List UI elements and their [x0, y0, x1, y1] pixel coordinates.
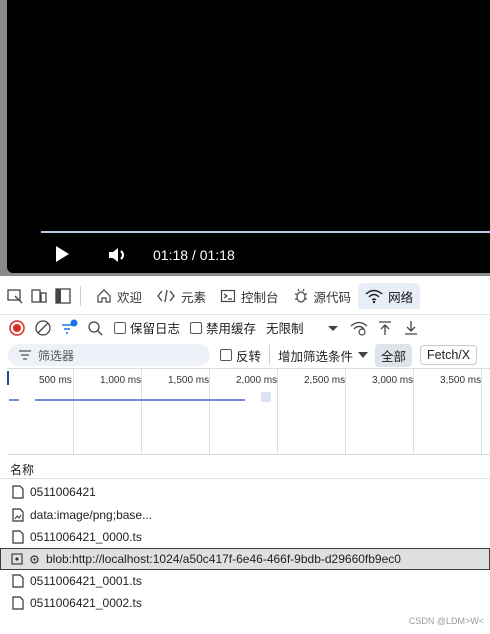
- request-row[interactable]: 0511006421_0002.ts: [0, 592, 490, 614]
- tab-network[interactable]: 网络: [358, 283, 421, 309]
- network-toolbar: 保留日志 禁用缓存 无限制: [0, 314, 490, 340]
- document-icon: [12, 530, 24, 544]
- dropdown-arrow-icon[interactable]: [324, 319, 342, 337]
- tab-elements[interactable]: 元素: [149, 283, 213, 309]
- volume-icon[interactable]: [107, 246, 129, 264]
- device-toggle-icon[interactable]: [30, 287, 48, 305]
- search-icon[interactable]: [86, 319, 104, 337]
- request-bar: [261, 392, 271, 402]
- request-name: blob:http://localhost:1024/a50c417f-6e46…: [46, 552, 401, 566]
- console-icon: [220, 289, 236, 303]
- request-bar: [9, 399, 19, 401]
- filter-bar: 筛选器 反转 增加筛选条件 全部 Fetch/X: [0, 342, 490, 368]
- grid-line: [141, 369, 142, 455]
- play-icon[interactable]: [56, 246, 69, 262]
- seek-bar[interactable]: [41, 231, 490, 233]
- watermark: CSDN @LDM>W<: [408, 616, 484, 626]
- request-row[interactable]: 0511006421_0001.ts: [0, 570, 490, 592]
- filter-icon: [19, 350, 31, 360]
- clear-icon[interactable]: [34, 319, 52, 337]
- request-name: 0511006421_0000.ts: [30, 530, 142, 544]
- media-icon: [11, 553, 23, 565]
- divider: [269, 345, 271, 365]
- overview-handle[interactable]: [7, 371, 9, 385]
- request-row-selected[interactable]: blob:http://localhost:1024/a50c417f-6e46…: [0, 548, 490, 570]
- preserve-log-checkbox[interactable]: [114, 321, 126, 334]
- home-icon: [97, 289, 111, 303]
- divider: [80, 286, 81, 306]
- image-file-icon: [12, 508, 24, 522]
- request-row[interactable]: 0511006421: [0, 481, 490, 503]
- grid-line: [209, 369, 210, 455]
- request-name: 0511006421_0002.ts: [30, 596, 142, 610]
- code-icon: [157, 289, 175, 303]
- invert-label: 反转: [236, 349, 262, 364]
- request-name: 0511006421: [30, 485, 96, 499]
- tab-elements-label: 元素: [181, 290, 207, 305]
- grid-line: [481, 369, 482, 455]
- request-name: 0511006421_0001.ts: [30, 574, 142, 588]
- request-row[interactable]: data:image/png;base...: [0, 504, 490, 526]
- filter-placeholder: 筛选器: [38, 348, 75, 363]
- grid-line: [277, 369, 278, 455]
- filter-fetch-button[interactable]: Fetch/X: [420, 345, 478, 365]
- more-filters-dropdown[interactable]: 增加筛选条件: [278, 346, 353, 365]
- tick-label: 1,000 ms: [100, 375, 142, 386]
- filter-input[interactable]: 筛选器: [8, 344, 210, 366]
- tick-label: 3,500 ms: [440, 375, 482, 386]
- network-conditions-icon[interactable]: [350, 319, 368, 337]
- chevron-down-icon: [358, 352, 369, 358]
- request-name: data:image/png;base...: [30, 508, 153, 522]
- tab-sources[interactable]: 源代码: [286, 283, 359, 309]
- bug-icon: [294, 288, 307, 303]
- video-region: 01:18 / 01:18: [0, 0, 490, 276]
- export-har-icon[interactable]: [402, 319, 420, 337]
- time-display: 01:18 / 01:18: [153, 247, 235, 263]
- tab-console[interactable]: 控制台: [213, 283, 286, 309]
- grid-line: [345, 369, 346, 455]
- disable-cache-label: 禁用缓存: [206, 322, 257, 336]
- devtools-tabbar: 欢迎 元素 控制台 源代码 网络: [0, 279, 490, 313]
- request-row[interactable]: 0511006421_0000.ts: [0, 526, 490, 548]
- invert-checkbox[interactable]: [220, 349, 232, 361]
- name-column-header[interactable]: 名称: [0, 455, 490, 479]
- filter-toggle-icon[interactable]: [60, 319, 78, 337]
- throttle-select[interactable]: 无限制: [266, 318, 304, 337]
- tick-label: 3,000 ms: [372, 375, 414, 386]
- network-overview[interactable]: 500 ms 1,000 ms 1,500 ms 2,000 ms 2,500 …: [7, 368, 490, 455]
- grid-line: [73, 369, 74, 455]
- tick-label: 2,500 ms: [304, 375, 346, 386]
- record-icon[interactable]: [8, 319, 26, 337]
- tick-label: 2,000 ms: [236, 375, 278, 386]
- tab-welcome-label: 欢迎: [117, 290, 143, 305]
- disable-cache-checkbox[interactable]: [190, 321, 203, 334]
- grid-line: [413, 369, 414, 455]
- tick-label: 500 ms: [39, 375, 72, 386]
- tab-sources-label: 源代码: [313, 290, 352, 305]
- document-icon: [12, 596, 24, 610]
- tab-network-label: 网络: [388, 290, 414, 305]
- import-har-icon[interactable]: [376, 319, 394, 337]
- tick-label: 1,500 ms: [168, 375, 210, 386]
- wifi-icon: [365, 289, 383, 304]
- request-bar: [35, 399, 245, 401]
- tab-welcome[interactable]: 欢迎: [89, 283, 149, 309]
- document-icon: [12, 485, 24, 499]
- tab-console-label: 控制台: [241, 290, 279, 305]
- inspect-icon[interactable]: [6, 287, 24, 305]
- settings-icon: [30, 554, 39, 564]
- dock-icon[interactable]: [54, 287, 72, 305]
- video-player[interactable]: 01:18 / 01:18: [7, 0, 490, 273]
- filter-all-button[interactable]: 全部: [375, 343, 413, 367]
- document-icon: [12, 574, 24, 588]
- preserve-log-label: 保留日志: [130, 322, 181, 336]
